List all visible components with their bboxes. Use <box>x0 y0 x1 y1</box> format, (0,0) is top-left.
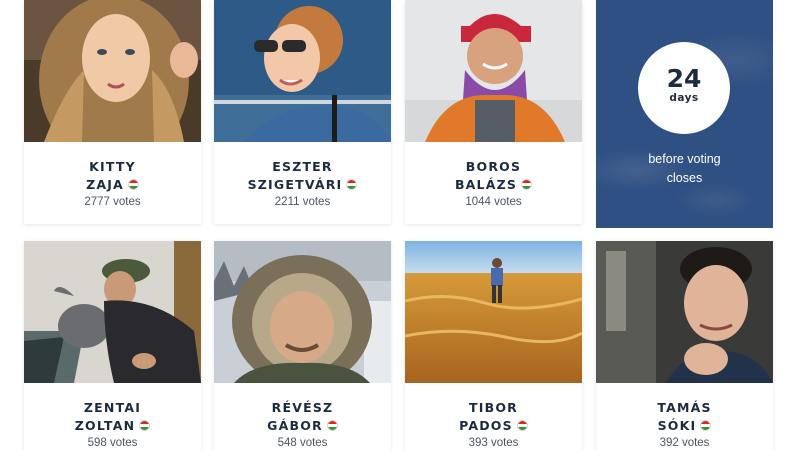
candidate-info: BOROS BALÁZS 1044 votes <box>405 142 582 224</box>
candidate-photo <box>214 241 391 383</box>
candidate-last-name-line: SZIGETVÁRI <box>214 176 391 194</box>
countdown-caption-line1: before voting <box>648 152 721 166</box>
hungary-flag-icon <box>700 420 712 431</box>
candidate-photo <box>405 241 582 383</box>
candidate-last-name-line: GÁBOR <box>214 417 391 435</box>
candidate-photo <box>24 0 201 142</box>
candidate-last-name-line: PADOS <box>405 417 582 435</box>
hungary-flag-icon <box>516 420 528 431</box>
candidate-last-name: SÓKI <box>657 418 697 433</box>
candidate-first-name: BOROS <box>465 159 522 174</box>
candidate-last-name: GÁBOR <box>267 418 323 433</box>
candidate-info: ESZTER SZIGETVÁRI 2211 votes <box>214 142 391 224</box>
countdown-caption-line2: closes <box>666 171 703 185</box>
candidate-last-name-line: ZOLTAN <box>24 417 201 435</box>
hungary-flag-icon <box>127 179 139 190</box>
candidate-first-name: TIBOR <box>469 400 518 415</box>
hungary-flag-icon <box>521 179 533 190</box>
candidate-photo <box>596 241 773 383</box>
candidate-info: KITTY ZAJA 2777 votes <box>24 142 201 224</box>
candidate-first-name: TAMÁS <box>657 400 712 415</box>
candidate-first-name: KITTY <box>89 159 136 174</box>
candidate-photo <box>24 241 201 383</box>
countdown-circle: 24 days <box>638 42 730 134</box>
candidate-last-name-line: BALÁZS <box>405 176 582 194</box>
voting-countdown-panel: 24 days before voting closes <box>596 0 773 228</box>
candidate-info: ZENTAI ZOLTAN 598 votes <box>24 383 201 450</box>
candidate-photo <box>214 0 391 142</box>
candidate-info: RÉVÉSZ GÁBOR 548 votes <box>214 383 391 450</box>
candidate-votes: 2777 votes <box>84 196 141 208</box>
candidate-last-name: PADOS <box>459 418 513 433</box>
hungary-flag-icon <box>326 420 338 431</box>
candidate-last-name-line: SÓKI <box>596 417 773 435</box>
candidate-photo <box>405 0 582 142</box>
candidate-info: TAMÁS SÓKI 392 votes <box>596 383 773 450</box>
countdown-number: 24 <box>666 64 702 93</box>
candidate-card-tibor-pados[interactable]: TIBOR PADOS 393 votes <box>405 241 582 450</box>
candidate-votes: 393 votes <box>468 437 519 449</box>
candidate-last-name: ZOLTAN <box>74 418 136 433</box>
candidate-first-name: RÉVÉSZ <box>271 400 334 415</box>
candidate-first-name: ZENTAI <box>83 400 142 415</box>
candidate-votes: 1044 votes <box>465 196 522 208</box>
candidate-last-name: SZIGETVÁRI <box>247 177 343 192</box>
hungary-flag-icon <box>346 179 358 190</box>
candidate-card-kitty-zaja[interactable]: KITTY ZAJA 2777 votes <box>24 0 201 224</box>
candidate-votes: 2211 votes <box>274 196 331 208</box>
candidate-votes: 392 votes <box>659 437 710 449</box>
hungary-flag-icon <box>139 420 151 431</box>
candidate-last-name: ZAJA <box>86 177 124 192</box>
candidate-votes: 548 votes <box>277 437 328 449</box>
candidate-card-revesz-gabor[interactable]: RÉVÉSZ GÁBOR 548 votes <box>214 241 391 450</box>
candidate-last-name: BALÁZS <box>454 177 518 192</box>
candidate-card-boros-balazs[interactable]: BOROS BALÁZS 1044 votes <box>405 0 582 224</box>
candidate-card-tamas-soki[interactable]: TAMÁS SÓKI 392 votes <box>596 241 773 450</box>
countdown-caption: before voting closes <box>596 150 773 188</box>
candidate-card-zentai-zoltan[interactable]: ZENTAI ZOLTAN 598 votes <box>24 241 201 450</box>
countdown-unit: days <box>669 92 699 104</box>
candidate-last-name-line: ZAJA <box>24 176 201 194</box>
candidate-votes: 598 votes <box>87 437 138 449</box>
candidate-first-name: ESZTER <box>272 159 333 174</box>
candidate-card-eszter-szigetvari[interactable]: ESZTER SZIGETVÁRI 2211 votes <box>214 0 391 224</box>
candidate-info: TIBOR PADOS 393 votes <box>405 383 582 450</box>
